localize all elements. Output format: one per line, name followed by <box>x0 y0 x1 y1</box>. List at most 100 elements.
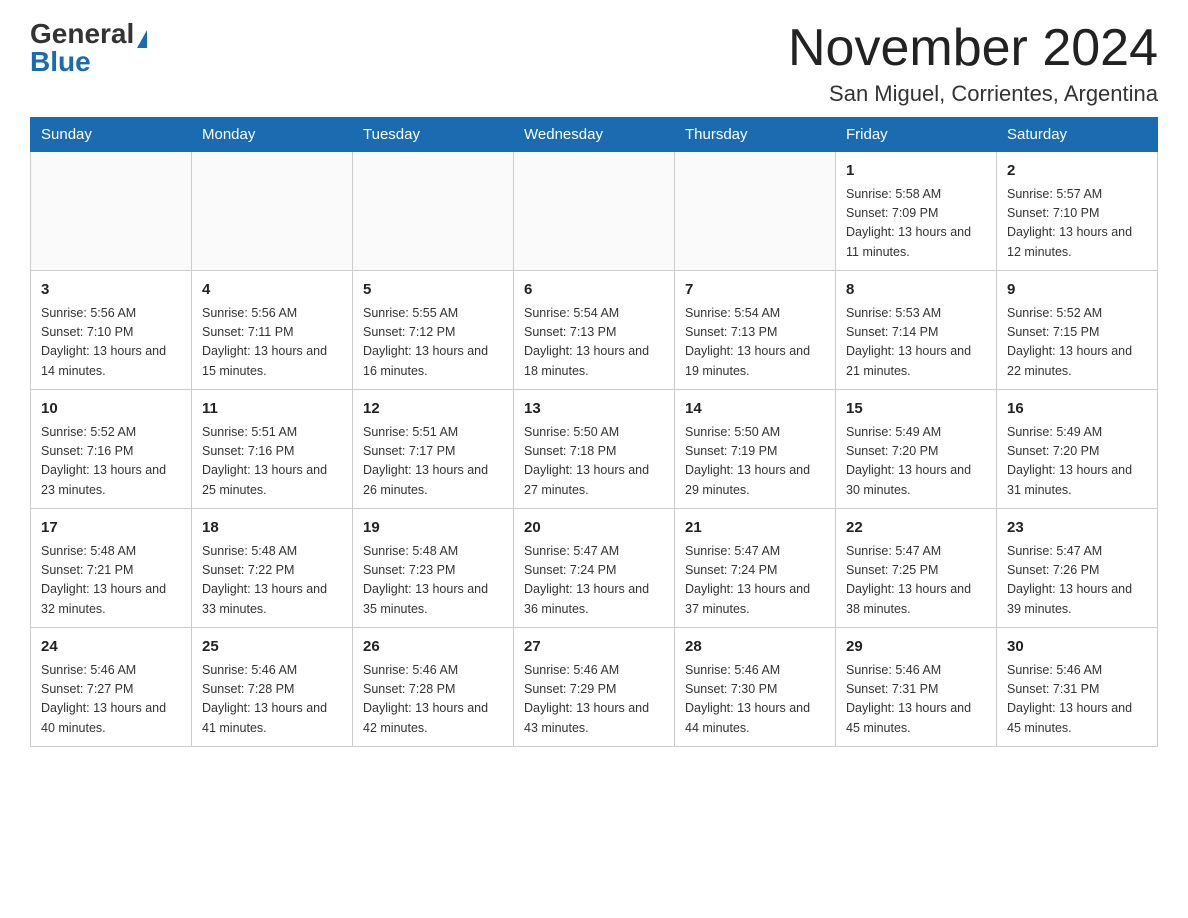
calendar-cell: 28Sunrise: 5:46 AMSunset: 7:30 PMDayligh… <box>675 628 836 747</box>
calendar-cell: 22Sunrise: 5:47 AMSunset: 7:25 PMDayligh… <box>836 509 997 628</box>
weekday-header-saturday: Saturday <box>997 118 1158 152</box>
week-row-2: 3Sunrise: 5:56 AMSunset: 7:10 PMDaylight… <box>31 271 1158 390</box>
day-info: Sunrise: 5:46 AMSunset: 7:28 PMDaylight:… <box>363 661 503 739</box>
calendar-cell: 30Sunrise: 5:46 AMSunset: 7:31 PMDayligh… <box>997 628 1158 747</box>
calendar-cell: 24Sunrise: 5:46 AMSunset: 7:27 PMDayligh… <box>31 628 192 747</box>
day-info: Sunrise: 5:46 AMSunset: 7:29 PMDaylight:… <box>524 661 664 739</box>
day-info: Sunrise: 5:57 AMSunset: 7:10 PMDaylight:… <box>1007 185 1147 263</box>
calendar-cell: 27Sunrise: 5:46 AMSunset: 7:29 PMDayligh… <box>514 628 675 747</box>
calendar-cell: 14Sunrise: 5:50 AMSunset: 7:19 PMDayligh… <box>675 390 836 509</box>
day-info: Sunrise: 5:54 AMSunset: 7:13 PMDaylight:… <box>524 304 664 382</box>
calendar-cell: 15Sunrise: 5:49 AMSunset: 7:20 PMDayligh… <box>836 390 997 509</box>
day-number: 4 <box>202 279 342 302</box>
day-number: 2 <box>1007 160 1147 183</box>
day-number: 9 <box>1007 279 1147 302</box>
day-number: 11 <box>202 398 342 421</box>
day-number: 30 <box>1007 636 1147 659</box>
day-number: 12 <box>363 398 503 421</box>
day-number: 5 <box>363 279 503 302</box>
calendar-cell: 7Sunrise: 5:54 AMSunset: 7:13 PMDaylight… <box>675 271 836 390</box>
logo-triangle-icon <box>137 30 147 48</box>
day-info: Sunrise: 5:52 AMSunset: 7:16 PMDaylight:… <box>41 423 181 501</box>
calendar-cell <box>675 152 836 271</box>
calendar-cell: 13Sunrise: 5:50 AMSunset: 7:18 PMDayligh… <box>514 390 675 509</box>
day-info: Sunrise: 5:47 AMSunset: 7:24 PMDaylight:… <box>524 542 664 620</box>
logo-blue-row: Blue <box>30 48 91 76</box>
day-number: 14 <box>685 398 825 421</box>
day-number: 15 <box>846 398 986 421</box>
calendar-cell: 17Sunrise: 5:48 AMSunset: 7:21 PMDayligh… <box>31 509 192 628</box>
weekday-header-wednesday: Wednesday <box>514 118 675 152</box>
day-number: 1 <box>846 160 986 183</box>
week-row-5: 24Sunrise: 5:46 AMSunset: 7:27 PMDayligh… <box>31 628 1158 747</box>
calendar-cell: 29Sunrise: 5:46 AMSunset: 7:31 PMDayligh… <box>836 628 997 747</box>
logo-general-text: General <box>30 18 134 49</box>
calendar-cell: 1Sunrise: 5:58 AMSunset: 7:09 PMDaylight… <box>836 152 997 271</box>
calendar-cell: 5Sunrise: 5:55 AMSunset: 7:12 PMDaylight… <box>353 271 514 390</box>
day-number: 7 <box>685 279 825 302</box>
day-number: 22 <box>846 517 986 540</box>
weekday-header-monday: Monday <box>192 118 353 152</box>
weekday-header-thursday: Thursday <box>675 118 836 152</box>
calendar-cell: 8Sunrise: 5:53 AMSunset: 7:14 PMDaylight… <box>836 271 997 390</box>
calendar-cell <box>31 152 192 271</box>
day-info: Sunrise: 5:47 AMSunset: 7:24 PMDaylight:… <box>685 542 825 620</box>
day-info: Sunrise: 5:50 AMSunset: 7:19 PMDaylight:… <box>685 423 825 501</box>
day-info: Sunrise: 5:46 AMSunset: 7:28 PMDaylight:… <box>202 661 342 739</box>
day-number: 28 <box>685 636 825 659</box>
calendar-cell: 25Sunrise: 5:46 AMSunset: 7:28 PMDayligh… <box>192 628 353 747</box>
calendar-cell: 20Sunrise: 5:47 AMSunset: 7:24 PMDayligh… <box>514 509 675 628</box>
day-number: 27 <box>524 636 664 659</box>
day-number: 8 <box>846 279 986 302</box>
day-number: 29 <box>846 636 986 659</box>
day-info: Sunrise: 5:56 AMSunset: 7:11 PMDaylight:… <box>202 304 342 382</box>
logo-general-row: General <box>30 20 147 48</box>
day-info: Sunrise: 5:46 AMSunset: 7:31 PMDaylight:… <box>1007 661 1147 739</box>
week-row-3: 10Sunrise: 5:52 AMSunset: 7:16 PMDayligh… <box>31 390 1158 509</box>
day-info: Sunrise: 5:51 AMSunset: 7:17 PMDaylight:… <box>363 423 503 501</box>
calendar-cell: 6Sunrise: 5:54 AMSunset: 7:13 PMDaylight… <box>514 271 675 390</box>
day-info: Sunrise: 5:47 AMSunset: 7:26 PMDaylight:… <box>1007 542 1147 620</box>
location-title: San Miguel, Corrientes, Argentina <box>788 81 1158 107</box>
calendar-cell: 18Sunrise: 5:48 AMSunset: 7:22 PMDayligh… <box>192 509 353 628</box>
calendar-cell: 9Sunrise: 5:52 AMSunset: 7:15 PMDaylight… <box>997 271 1158 390</box>
day-number: 19 <box>363 517 503 540</box>
week-row-4: 17Sunrise: 5:48 AMSunset: 7:21 PMDayligh… <box>31 509 1158 628</box>
day-number: 26 <box>363 636 503 659</box>
calendar-cell: 16Sunrise: 5:49 AMSunset: 7:20 PMDayligh… <box>997 390 1158 509</box>
day-info: Sunrise: 5:51 AMSunset: 7:16 PMDaylight:… <box>202 423 342 501</box>
day-number: 17 <box>41 517 181 540</box>
calendar-cell: 21Sunrise: 5:47 AMSunset: 7:24 PMDayligh… <box>675 509 836 628</box>
calendar-cell: 10Sunrise: 5:52 AMSunset: 7:16 PMDayligh… <box>31 390 192 509</box>
weekday-header-friday: Friday <box>836 118 997 152</box>
logo: General Blue <box>30 20 147 76</box>
day-info: Sunrise: 5:53 AMSunset: 7:14 PMDaylight:… <box>846 304 986 382</box>
calendar-cell <box>353 152 514 271</box>
day-info: Sunrise: 5:46 AMSunset: 7:31 PMDaylight:… <box>846 661 986 739</box>
day-info: Sunrise: 5:46 AMSunset: 7:27 PMDaylight:… <box>41 661 181 739</box>
week-row-1: 1Sunrise: 5:58 AMSunset: 7:09 PMDaylight… <box>31 152 1158 271</box>
day-number: 18 <box>202 517 342 540</box>
day-info: Sunrise: 5:48 AMSunset: 7:23 PMDaylight:… <box>363 542 503 620</box>
calendar-cell <box>192 152 353 271</box>
weekday-header-sunday: Sunday <box>31 118 192 152</box>
day-info: Sunrise: 5:46 AMSunset: 7:30 PMDaylight:… <box>685 661 825 739</box>
day-info: Sunrise: 5:48 AMSunset: 7:21 PMDaylight:… <box>41 542 181 620</box>
calendar-cell: 2Sunrise: 5:57 AMSunset: 7:10 PMDaylight… <box>997 152 1158 271</box>
day-number: 13 <box>524 398 664 421</box>
day-info: Sunrise: 5:48 AMSunset: 7:22 PMDaylight:… <box>202 542 342 620</box>
day-info: Sunrise: 5:52 AMSunset: 7:15 PMDaylight:… <box>1007 304 1147 382</box>
calendar-table: SundayMondayTuesdayWednesdayThursdayFrid… <box>30 117 1158 747</box>
calendar-cell <box>514 152 675 271</box>
day-info: Sunrise: 5:47 AMSunset: 7:25 PMDaylight:… <box>846 542 986 620</box>
day-info: Sunrise: 5:55 AMSunset: 7:12 PMDaylight:… <box>363 304 503 382</box>
day-number: 6 <box>524 279 664 302</box>
calendar-cell: 3Sunrise: 5:56 AMSunset: 7:10 PMDaylight… <box>31 271 192 390</box>
weekday-header-row: SundayMondayTuesdayWednesdayThursdayFrid… <box>31 118 1158 152</box>
day-info: Sunrise: 5:56 AMSunset: 7:10 PMDaylight:… <box>41 304 181 382</box>
calendar-cell: 12Sunrise: 5:51 AMSunset: 7:17 PMDayligh… <box>353 390 514 509</box>
month-title: November 2024 <box>788 20 1158 77</box>
day-number: 16 <box>1007 398 1147 421</box>
calendar-cell: 23Sunrise: 5:47 AMSunset: 7:26 PMDayligh… <box>997 509 1158 628</box>
title-block: November 2024 San Miguel, Corrientes, Ar… <box>788 20 1158 107</box>
